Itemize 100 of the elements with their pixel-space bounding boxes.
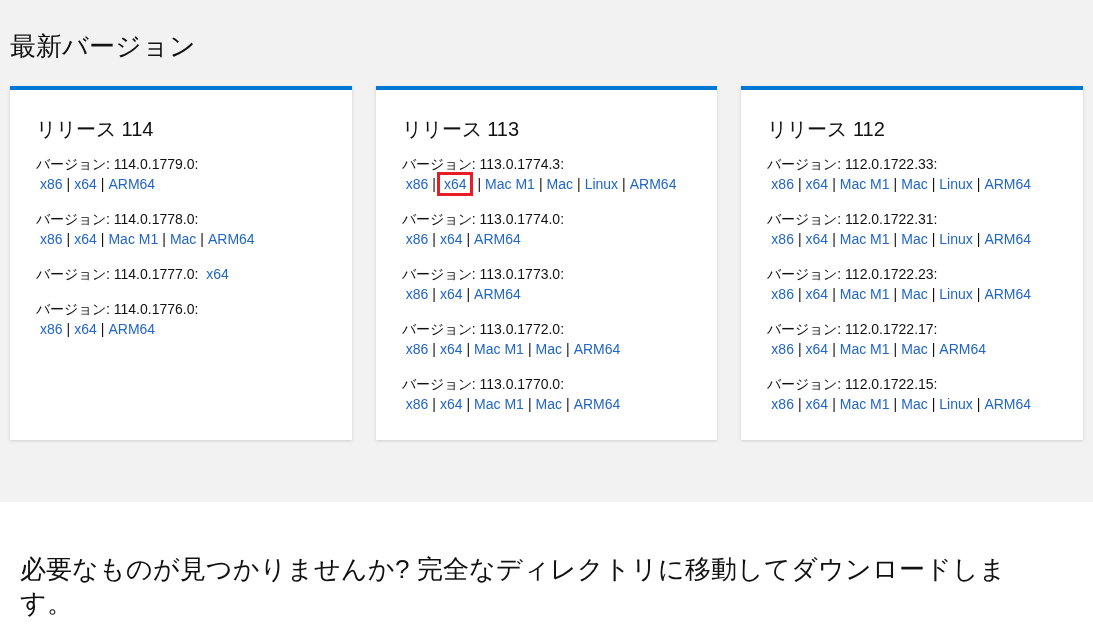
version-label: バージョン: 112.0.1722.23:: [767, 266, 938, 282]
download-link[interactable]: x64: [74, 231, 97, 247]
version-label: バージョン: 114.0.1779.0:: [36, 156, 199, 172]
download-link[interactable]: Mac: [546, 176, 573, 192]
download-link[interactable]: Mac: [901, 286, 928, 302]
download-link[interactable]: x64: [439, 341, 463, 357]
download-link[interactable]: x64: [805, 396, 829, 412]
download-link[interactable]: x86: [405, 286, 429, 302]
download-link[interactable]: x64: [805, 286, 829, 302]
version-label: バージョン: 113.0.1772.0:: [401, 321, 565, 337]
download-link[interactable]: Linux: [939, 286, 973, 302]
separator: |: [931, 286, 936, 302]
separator: |: [893, 286, 898, 302]
separator: |: [200, 231, 204, 247]
download-link[interactable]: Mac M1: [108, 231, 159, 247]
download-link[interactable]: Mac M1: [474, 341, 524, 357]
separator: |: [797, 341, 802, 357]
version-label: バージョン: 112.0.1722.15:: [767, 376, 938, 392]
download-link[interactable]: Mac: [535, 341, 562, 357]
download-link[interactable]: x64: [805, 231, 829, 247]
download-link[interactable]: ARM64: [474, 231, 521, 247]
download-link[interactable]: ARM64: [573, 341, 621, 357]
download-link[interactable]: x64: [206, 266, 229, 282]
download-link[interactable]: Mac: [535, 396, 562, 412]
download-link[interactable]: x86: [40, 176, 63, 192]
download-link[interactable]: Mac M1: [839, 341, 890, 357]
download-link[interactable]: Linux: [584, 176, 619, 192]
section-heading: 最新バージョン: [10, 30, 197, 62]
download-link[interactable]: Mac M1: [839, 231, 890, 247]
download-link[interactable]: Linux: [939, 231, 973, 247]
separator: |: [100, 321, 105, 337]
download-link[interactable]: Linux: [939, 176, 973, 192]
download-link[interactable]: Mac: [901, 231, 928, 247]
download-link[interactable]: Mac M1: [839, 176, 890, 192]
separator: |: [931, 341, 936, 357]
download-link[interactable]: ARM64: [629, 176, 677, 192]
separator: |: [527, 341, 532, 357]
download-link[interactable]: ARM64: [984, 396, 1032, 412]
download-link[interactable]: ARM64: [984, 231, 1032, 247]
separator: |: [976, 231, 981, 247]
separator: |: [976, 396, 981, 412]
separator: |: [566, 396, 570, 412]
download-link[interactable]: Mac M1: [839, 286, 890, 302]
download-link[interactable]: ARM64: [984, 176, 1032, 192]
download-link[interactable]: x64: [439, 231, 463, 247]
download-link[interactable]: x64: [805, 176, 829, 192]
separator: |: [432, 396, 436, 412]
directory-hint: 必要なものが見つかりませんか? 完全なディレクトリに移動してダウンロードします。: [20, 553, 1007, 620]
separator: |: [577, 176, 581, 192]
download-link[interactable]: ARM64: [108, 321, 156, 337]
separator: |: [976, 176, 981, 192]
download-link[interactable]: x86: [405, 341, 429, 357]
download-link[interactable]: ARM64: [207, 231, 255, 247]
download-link[interactable]: Linux: [939, 396, 973, 412]
download-link[interactable]: ARM64: [984, 286, 1032, 302]
download-link[interactable]: x86: [405, 176, 429, 192]
download-link[interactable]: Mac M1: [474, 396, 524, 412]
version-label: バージョン: 114.0.1777.0:: [36, 266, 199, 282]
download-link[interactable]: Mac: [901, 341, 928, 357]
download-link[interactable]: x64: [805, 341, 829, 357]
separator: |: [162, 231, 166, 247]
download-link[interactable]: x86: [771, 341, 794, 357]
version-label: バージョン: 113.0.1774.3:: [401, 156, 565, 172]
download-link[interactable]: x64: [74, 321, 97, 337]
download-link[interactable]: ARM64: [939, 341, 986, 357]
separator: |: [527, 396, 532, 412]
separator: |: [931, 176, 936, 192]
separator: |: [832, 231, 836, 247]
download-link[interactable]: x64: [436, 172, 474, 196]
download-link[interactable]: x86: [771, 176, 794, 192]
download-link[interactable]: x86: [40, 321, 63, 337]
download-link[interactable]: ARM64: [474, 286, 521, 302]
download-link[interactable]: Mac: [901, 396, 928, 412]
download-link[interactable]: x64: [439, 286, 463, 302]
download-link[interactable]: x64: [439, 396, 463, 412]
download-link[interactable]: x64: [74, 176, 97, 192]
separator: |: [832, 341, 836, 357]
download-link[interactable]: x86: [405, 396, 429, 412]
separator: |: [566, 341, 570, 357]
download-link[interactable]: x86: [771, 396, 794, 412]
download-link[interactable]: Mac M1: [839, 396, 890, 412]
separator: |: [797, 396, 802, 412]
download-link[interactable]: x86: [40, 231, 63, 247]
download-link[interactable]: x86: [771, 231, 794, 247]
download-link[interactable]: x86: [405, 231, 429, 247]
download-link[interactable]: Mac: [901, 176, 928, 192]
download-link[interactable]: ARM64: [108, 176, 156, 192]
separator: |: [432, 176, 436, 192]
version-label: バージョン: 112.0.1722.33:: [767, 156, 938, 172]
separator: |: [66, 176, 71, 192]
download-link[interactable]: x86: [771, 286, 794, 302]
download-link[interactable]: ARM64: [573, 396, 621, 412]
separator: |: [66, 321, 71, 337]
download-link[interactable]: Mac M1: [485, 176, 535, 192]
separator: |: [832, 286, 836, 302]
separator: |: [477, 176, 482, 192]
download-link[interactable]: Mac: [169, 231, 197, 247]
separator: |: [100, 176, 105, 192]
version-label: バージョン: 112.0.1722.31:: [767, 211, 938, 227]
separator: |: [622, 176, 626, 192]
